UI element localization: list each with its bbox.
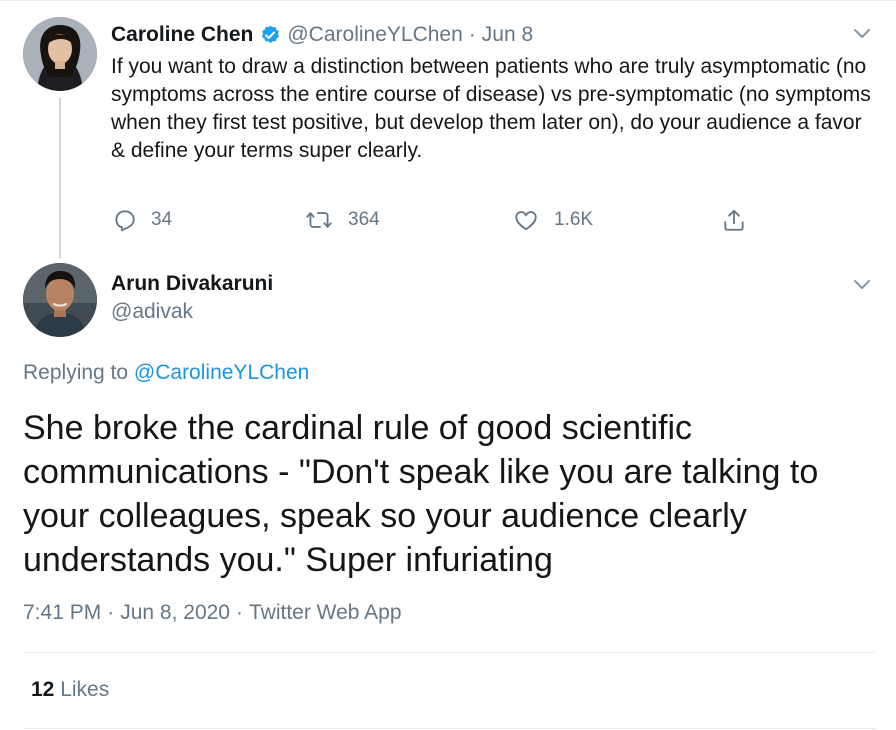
retweet-count: 364 <box>348 209 380 230</box>
share-icon <box>721 207 747 233</box>
verified-badge-icon <box>259 24 281 46</box>
replying-to-link[interactable]: @CarolineYLChen <box>134 361 309 384</box>
like-count: 1.6K <box>554 209 594 230</box>
tweet-time[interactable]: 7:41 PM <box>23 601 101 624</box>
separator-dot: · <box>235 601 243 624</box>
reply-button[interactable]: 34 <box>111 204 172 236</box>
likes-count: 12 <box>31 678 55 701</box>
main-author-name[interactable]: Arun Divakaruni <box>111 272 273 296</box>
top-border <box>0 0 896 1</box>
retweet-button[interactable]: 364 <box>304 204 380 236</box>
tweet-source[interactable]: Twitter Web App <box>249 601 402 624</box>
thread-line <box>59 98 61 258</box>
parent-author-handle[interactable]: @CarolineYLChen <box>287 23 462 47</box>
likes-link[interactable]: 12 Likes <box>31 678 109 702</box>
heart-icon <box>512 207 540 233</box>
main-author-handle[interactable]: @adivak <box>111 300 193 324</box>
like-button[interactable]: 1.6K <box>512 204 593 236</box>
likes-label: Likes <box>60 678 110 701</box>
parent-tweet-text: If you want to draw a distinction betwee… <box>111 55 871 162</box>
separator-dot: · <box>107 601 115 624</box>
reply-icon <box>111 207 137 233</box>
parent-author-name[interactable]: Caroline Chen <box>111 23 253 47</box>
main-tweet-text: She broke the cardinal rule of good scie… <box>23 409 819 579</box>
retweet-icon <box>304 207 334 233</box>
divider <box>23 728 875 729</box>
chevron-down-icon[interactable] <box>851 22 873 44</box>
chevron-down-icon[interactable] <box>851 273 873 295</box>
parent-tweet-header: Caroline Chen @CarolineYLChen · Jun 8 <box>111 20 533 50</box>
share-button[interactable] <box>721 204 747 236</box>
replying-to: Replying to @CarolineYLChen <box>23 361 309 385</box>
reply-count: 34 <box>151 209 173 230</box>
separator-dot: · <box>468 23 476 46</box>
avatar-arun[interactable] <box>23 263 97 337</box>
replying-to-prefix: Replying to <box>23 361 134 384</box>
divider <box>23 652 875 653</box>
avatar-caroline[interactable] <box>23 17 97 91</box>
parent-tweet-actions: 34 364 1.6K <box>111 204 761 236</box>
parent-tweet-date[interactable]: Jun 8 <box>482 23 533 47</box>
tweet-metadata: 7:41 PM · Jun 8, 2020 · Twitter Web App <box>23 601 402 625</box>
tweet-date[interactable]: Jun 8, 2020 <box>120 601 230 624</box>
